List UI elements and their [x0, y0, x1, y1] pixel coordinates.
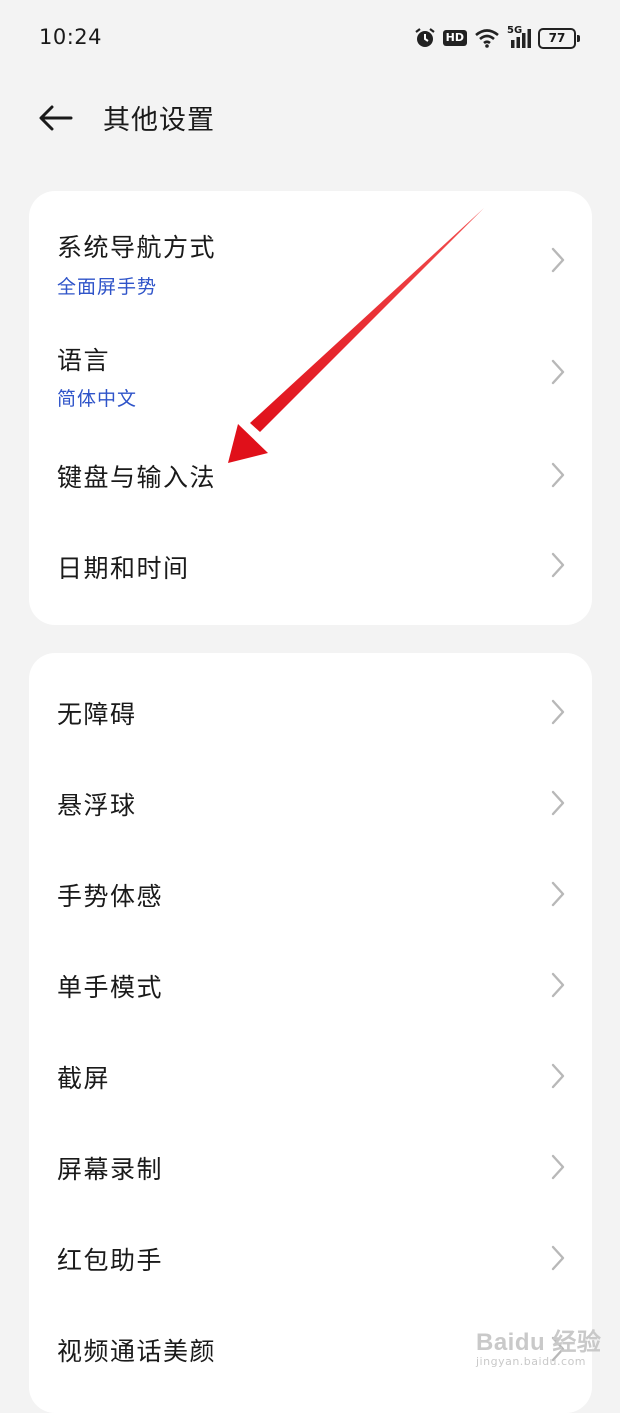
row-date-time[interactable]: 日期和时间	[29, 521, 592, 611]
status-time: 10:24	[39, 25, 103, 49]
row-title: 屏幕录制	[57, 1155, 164, 1184]
chevron-right-icon	[551, 552, 565, 578]
baidu-watermark: Baidu 经验 jingyan.baidu.com	[476, 1322, 601, 1368]
chevron-right-icon	[551, 1245, 565, 1271]
row-subtitle: 全面屏手势	[57, 276, 158, 298]
row-floating-ball[interactable]: 悬浮球	[29, 758, 592, 848]
chevron-right-icon	[551, 462, 565, 488]
row-title: 截屏	[57, 1064, 111, 1093]
row-subtitle: 简体中文	[57, 388, 138, 410]
row-title: 键盘与输入法	[57, 463, 217, 492]
row-screen-recording[interactable]: 屏幕录制	[29, 1122, 592, 1212]
alarm-icon	[414, 28, 435, 47]
chevron-right-icon	[551, 1063, 565, 1089]
back-button[interactable]	[28, 94, 84, 142]
row-title: 红包助手	[57, 1246, 164, 1275]
status-bar: 10:24 HD 5G 77	[0, 0, 620, 76]
row-title: 系统导航方式	[57, 233, 217, 262]
row-title: 悬浮球	[57, 791, 137, 820]
row-title: 无障碍	[57, 700, 137, 729]
chevron-right-icon	[551, 359, 565, 385]
row-accessibility[interactable]: 无障碍	[29, 667, 592, 757]
watermark-main: Baidu 经验	[476, 1329, 602, 1356]
settings-group-system: 系统导航方式 全面屏手势 语言 简体中文 键盘与输入法 日期和时间	[29, 191, 592, 625]
status-icons: HD 5G 77	[414, 24, 580, 52]
row-title: 单手模式	[57, 973, 164, 1002]
watermark-sub: jingyan.baidu.com	[476, 1355, 587, 1368]
hd-icon: HD	[442, 30, 467, 46]
row-title: 手势体感	[57, 882, 164, 911]
row-title: 视频通话美颜	[57, 1337, 217, 1366]
chevron-right-icon	[551, 881, 565, 907]
chevron-right-icon	[551, 247, 565, 273]
app-bar: 其他设置	[0, 76, 620, 160]
chevron-right-icon	[551, 699, 565, 725]
battery-level: 77	[548, 30, 566, 45]
row-keyboard-input[interactable]: 键盘与输入法	[29, 431, 592, 521]
page-title: 其他设置	[103, 105, 215, 136]
chevron-right-icon	[551, 790, 565, 816]
settings-group-features: 无障碍 悬浮球 手势体感 单手模式 截屏 屏幕录制 红包助手 视频通话美颜	[29, 653, 592, 1413]
row-title: 日期和时间	[57, 554, 190, 583]
row-screenshot[interactable]: 截屏	[29, 1031, 592, 1121]
row-title: 语言	[57, 346, 111, 375]
chevron-right-icon	[551, 972, 565, 998]
arrow-left-icon	[39, 105, 73, 131]
row-system-navigation[interactable]: 系统导航方式 全面屏手势	[29, 209, 592, 309]
row-gestures-motions[interactable]: 手势体感	[29, 849, 592, 939]
row-red-packet-assistant[interactable]: 红包助手	[29, 1213, 592, 1303]
wifi-icon	[475, 29, 499, 48]
5g-signal-icon: 5G	[507, 25, 531, 49]
network-type-label: 5G	[507, 25, 523, 36]
row-one-handed-mode[interactable]: 单手模式	[29, 940, 592, 1030]
battery-icon: 77	[538, 27, 580, 49]
row-language[interactable]: 语言 简体中文	[29, 321, 592, 421]
chevron-right-icon	[551, 1154, 565, 1180]
